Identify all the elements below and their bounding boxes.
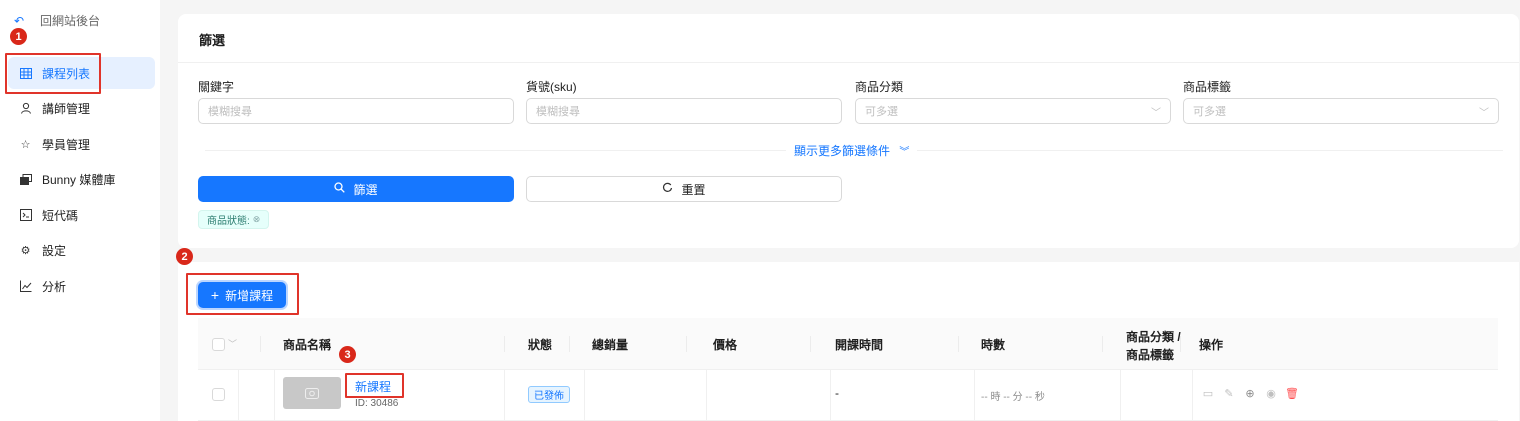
filter-panel: 篩選 關鍵字 模糊搜尋 貨號(sku) 模糊搜尋 商品分類 可多選 ﹀ 商品標籤… <box>178 14 1519 248</box>
show-more-label: 顯示更多篩選條件 <box>794 144 891 158</box>
course-id: ID: 30486 <box>355 398 399 409</box>
duration-value: -- 時 -- 分 -- 秒 <box>981 392 1045 403</box>
row-actions: ▭ ✎ ⊕ ◉ 🗑 <box>1202 387 1299 400</box>
column-separator <box>1180 336 1181 352</box>
column-separator <box>1120 370 1121 421</box>
keyword-placeholder: 模糊搜尋 <box>208 106 252 118</box>
back-arrow-icon: ↶ <box>13 13 25 28</box>
column-separator <box>238 370 239 421</box>
sidebar-item-label: 學員管理 <box>42 137 91 152</box>
tag-label: 商品標籤 <box>1183 80 1232 94</box>
annotation-box-course-name <box>345 373 404 398</box>
column-separator <box>274 370 275 421</box>
status-filter-tag[interactable]: 商品狀態: ⊗ <box>198 210 270 229</box>
annotation-box-add-course <box>186 273 299 315</box>
column-status: 狀態 <box>528 338 553 352</box>
keyword-label: 關鍵字 <box>198 80 235 94</box>
sidebar-item-instructors[interactable]: 講師管理 <box>8 92 155 124</box>
show-more-filters-link[interactable]: 顯示更多篩選條件 ︾ <box>786 142 918 159</box>
sku-label: 貨號(sku) <box>526 80 577 94</box>
sidebar-item-label: 短代碼 <box>42 208 79 223</box>
reset-button[interactable]: 重置 <box>526 176 842 202</box>
sidebar-item-students[interactable]: ☆ 學員管理 <box>8 128 155 160</box>
user-icon <box>19 102 32 115</box>
row-checkbox[interactable] <box>212 388 225 401</box>
reload-icon <box>662 182 673 196</box>
column-duration: 時數 <box>981 338 1006 352</box>
student-icon: ☆ <box>20 138 31 151</box>
double-chevron-down-icon: ︾ <box>899 147 910 158</box>
code-icon <box>19 209 32 222</box>
eye-icon[interactable]: ◉ <box>1265 387 1277 400</box>
column-category: 商品分類 / <box>1126 330 1181 344</box>
column-separator <box>974 370 975 421</box>
image-placeholder-icon <box>305 387 319 399</box>
chevron-down-icon: ﹀ <box>1151 108 1161 119</box>
table-header: ﹀ 商品名稱 狀態 總銷量 價格 開課時間 時數 商品分類 / 商品標籤 操作 <box>198 318 1498 370</box>
course-thumbnail[interactable] <box>283 377 341 409</box>
column-separator <box>569 336 570 352</box>
tag-select[interactable]: 可多選 ﹀ <box>1183 98 1499 124</box>
column-actions: 操作 <box>1199 338 1224 352</box>
column-separator <box>1102 336 1103 352</box>
chevron-down-icon[interactable]: ﹀ <box>228 337 237 350</box>
column-start-time: 開課時間 <box>835 338 884 352</box>
filter-button[interactable]: 篩選 <box>198 176 514 202</box>
column-separator <box>504 336 505 352</box>
delete-icon[interactable]: 🗑 <box>1285 387 1299 400</box>
column-separator <box>706 370 707 421</box>
keyword-input[interactable]: 模糊搜尋 <box>198 98 514 124</box>
sidebar-item-analytics[interactable]: 分析 <box>8 270 155 302</box>
status-badge: 已發佈 <box>528 386 570 403</box>
sidebar-item-label: 講師管理 <box>42 101 91 116</box>
edit-icon[interactable]: ✎ <box>1223 387 1235 400</box>
column-separator <box>584 370 585 421</box>
back-to-site-link[interactable]: ↶ 回網站後台 <box>12 12 100 29</box>
category-label: 商品分類 <box>855 80 904 94</box>
annotation-marker-2: 2 <box>176 248 193 265</box>
column-tag: 商品標籤 <box>1126 348 1175 362</box>
gear-icon: ⚙ <box>20 244 31 257</box>
column-separator <box>958 336 959 352</box>
status-tag-label: 商品狀態: <box>207 216 250 227</box>
chevron-down-icon: ﹀ <box>1479 108 1489 119</box>
add-circle-icon[interactable]: ⊕ <box>1244 387 1256 400</box>
reset-button-label: 重置 <box>681 182 706 197</box>
column-price: 價格 <box>713 338 738 352</box>
annotation-box-course-list <box>5 53 101 94</box>
line-chart-icon <box>19 280 32 293</box>
sidebar-item-bunny-media[interactable]: Bunny 媒體庫 <box>8 163 155 195</box>
category-placeholder: 可多選 <box>865 106 898 118</box>
column-separator <box>810 336 811 352</box>
annotation-marker-1: 1 <box>10 28 27 45</box>
table-view-icon[interactable]: ▭ <box>1202 387 1214 400</box>
column-total-sales: 總銷量 <box>592 338 629 352</box>
annotation-marker-3: 3 <box>339 346 356 363</box>
column-separator <box>686 336 687 352</box>
back-label: 回網站後台 <box>40 14 101 28</box>
media-library-icon <box>19 173 32 186</box>
column-separator <box>830 370 831 421</box>
column-separator <box>504 370 505 421</box>
divider <box>178 62 1519 63</box>
start-time-value: - <box>835 386 839 400</box>
close-circle-icon[interactable]: ⊗ <box>253 214 261 225</box>
category-select[interactable]: 可多選 ﹀ <box>855 98 1171 124</box>
sidebar-item-shortcode[interactable]: 短代碼 <box>8 199 155 231</box>
search-icon <box>334 182 346 196</box>
select-all-checkbox[interactable] <box>212 338 225 351</box>
sidebar-item-settings[interactable]: ⚙ 設定 <box>8 234 155 266</box>
sku-placeholder: 模糊搜尋 <box>536 106 580 118</box>
sidebar-item-label: Bunny 媒體庫 <box>42 172 116 187</box>
column-separator <box>260 336 261 352</box>
column-product-name: 商品名稱 <box>283 338 332 352</box>
filter-title: 篩選 <box>199 33 226 48</box>
tag-placeholder: 可多選 <box>1193 106 1226 118</box>
sku-input[interactable]: 模糊搜尋 <box>526 98 842 124</box>
sidebar-item-label: 分析 <box>42 279 67 294</box>
filter-button-label: 篩選 <box>353 182 378 197</box>
column-separator <box>1192 370 1193 421</box>
sidebar-item-label: 設定 <box>42 243 67 258</box>
